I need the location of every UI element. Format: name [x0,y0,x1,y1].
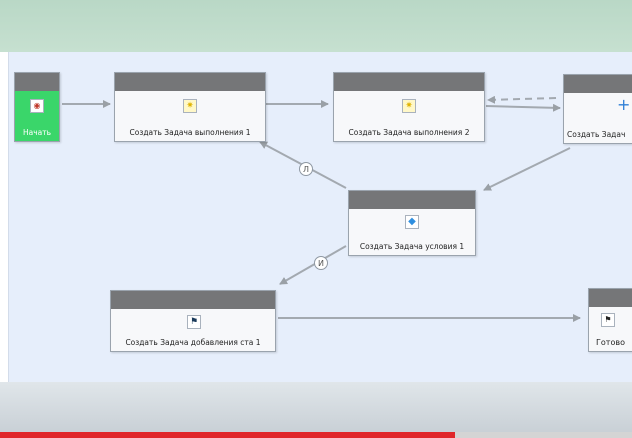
task2-header [334,73,484,91]
task3-header [564,75,632,93]
done-node[interactable]: ⚑ Готово [588,288,632,352]
workflow-canvas[interactable] [8,52,632,382]
diamond-icon: ◆ [405,215,419,229]
flag-icon: ⚑ [187,315,201,329]
condition-node[interactable]: ◆ Создать Задача условия 1 [348,190,476,256]
task-node-3[interactable]: + Создать Задач [563,74,632,144]
task-node-execute-1[interactable]: ✷ Создать Задача выполнения 1 [114,72,266,142]
task3-label: Создать Задач [567,130,626,139]
condition-header [349,191,475,209]
eye-icon: ◉ [30,99,44,113]
video-progress-bar[interactable] [0,432,632,438]
task2-label: Создать Задача выполнения 2 [348,128,470,137]
top-band [0,0,632,52]
sparkle-icon: ✷ [402,99,416,113]
start-node-header [15,73,59,91]
checkered-flags-icon: ⚑ [601,313,615,327]
add-label: Создать Задача добавления ста 1 [125,338,261,347]
start-node[interactable]: ◉ Начать [14,72,60,142]
task1-header [115,73,265,91]
done-label: Готово [596,338,625,347]
task1-label: Создать Задача выполнения 1 [129,128,251,137]
sparkle-icon: ✷ [183,99,197,113]
done-header [589,289,632,307]
start-node-label: Начать [22,128,52,137]
true-condition-marker: И [314,256,328,270]
plus-icon: + [617,95,631,114]
video-progress-fill [0,432,456,438]
task-node-execute-2[interactable]: ✷ Создать Задача выполнения 2 [333,72,485,142]
add-header [111,291,275,309]
condition-label: Создать Задача условия 1 [359,242,465,251]
false-condition-marker: Л [299,162,313,176]
bottom-band [0,382,632,432]
add-node[interactable]: ⚑ Создать Задача добавления ста 1 [110,290,276,352]
